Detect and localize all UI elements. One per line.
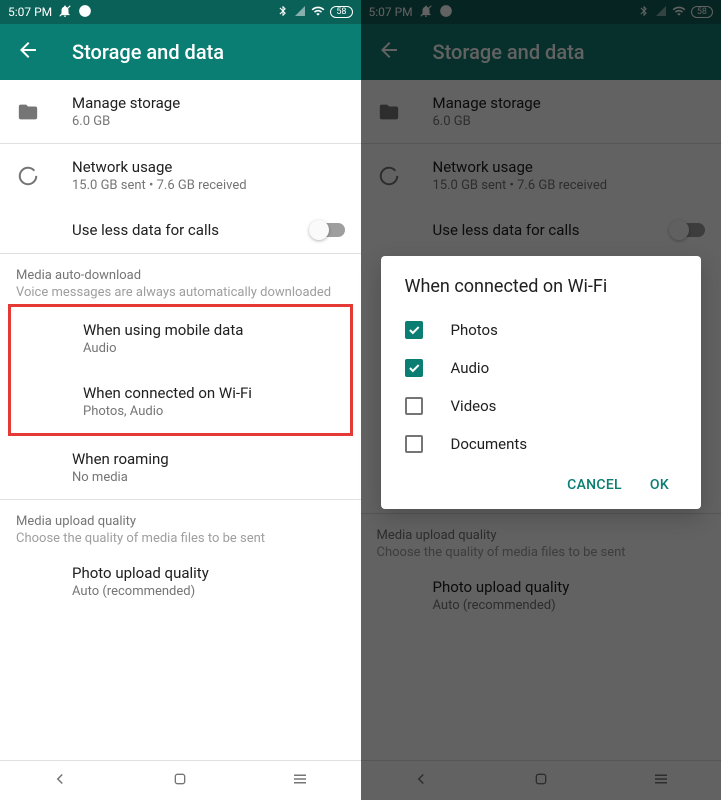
whatsapp-icon [78, 4, 92, 21]
item-sub: 6.0 GB [72, 114, 345, 129]
bluetooth-icon [277, 5, 289, 20]
nav-back-icon[interactable] [51, 770, 69, 792]
media-auto-download-section: Media auto-download Voice messages are a… [0, 254, 361, 304]
battery-icon: 58 [330, 6, 352, 18]
item-sub: 15.0 GB sent • 7.6 GB received [72, 178, 345, 193]
data-circle-icon [16, 164, 40, 188]
page-title: Storage and data [72, 40, 224, 64]
section-sub: Choose the quality of media files to be … [16, 531, 345, 546]
ok-button[interactable]: OK [650, 477, 669, 493]
checkbox-row-videos[interactable]: Videos [405, 387, 678, 425]
checkbox-audio[interactable] [405, 359, 423, 377]
checkbox-documents[interactable] [405, 435, 423, 453]
nav-recents-icon[interactable] [291, 770, 309, 792]
item-title: When using mobile data [83, 321, 334, 339]
checkbox-row-photos[interactable]: Photos [405, 311, 678, 349]
item-sub: Auto (recommended) [72, 584, 345, 599]
back-icon[interactable] [16, 38, 40, 66]
checkbox-label: Photos [451, 321, 498, 339]
checkbox-row-audio[interactable]: Audio [405, 349, 678, 387]
signal-icon [294, 5, 306, 20]
checkbox-photos[interactable] [405, 321, 423, 339]
cancel-button[interactable]: CANCEL [567, 477, 622, 493]
item-title: Use less data for calls [72, 221, 279, 239]
checkbox-label: Videos [451, 397, 497, 415]
manage-storage-item[interactable]: Manage storage 6.0 GB [0, 80, 361, 143]
settings-list: Manage storage 6.0 GB Network usage 15.0 G… [0, 80, 361, 760]
item-title: Network usage [72, 158, 345, 176]
status-time: 5:07 PM [8, 5, 52, 19]
dialog-title: When connected on Wi-Fi [405, 276, 678, 297]
highlight-box: When using mobile data Audio When connect… [8, 304, 353, 436]
mobile-data-item[interactable]: When using mobile data Audio [11, 307, 350, 370]
section-sub: Voice messages are always automatically … [16, 285, 345, 300]
roaming-item[interactable]: When roaming No media [0, 436, 361, 499]
section-title: Media upload quality [16, 514, 345, 529]
checkbox-row-documents[interactable]: Documents [405, 425, 678, 463]
checkbox-label: Audio [451, 359, 490, 377]
section-title: Media auto-download [16, 268, 345, 283]
wifi-icon [311, 4, 325, 21]
screen-left: 5:07 PM 58 Storage and data Manage stora… [0, 0, 361, 800]
wifi-item[interactable]: When connected on Wi-Fi Photos, Audio [11, 370, 350, 433]
app-header: Storage and data [0, 24, 361, 80]
item-title: Manage storage [72, 94, 345, 112]
network-usage-item[interactable]: Network usage 15.0 GB sent • 7.6 GB recei… [0, 144, 361, 207]
wifi-autodownload-dialog: When connected on Wi-Fi Photos Audio Vid… [381, 256, 702, 509]
item-sub: Photos, Audio [83, 404, 334, 419]
item-sub: Audio [83, 341, 334, 356]
checkbox-videos[interactable] [405, 397, 423, 415]
folder-icon [16, 100, 40, 124]
checkbox-label: Documents [451, 435, 528, 453]
photo-upload-quality-item[interactable]: Photo upload quality Auto (recommended) [0, 550, 361, 613]
nav-home-icon[interactable] [172, 771, 188, 791]
use-less-data-switch[interactable] [311, 223, 345, 237]
use-less-data-item[interactable]: Use less data for calls [0, 207, 361, 253]
dnd-icon [58, 4, 72, 21]
item-sub: No media [72, 470, 345, 485]
media-upload-section: Media upload quality Choose the quality … [0, 500, 361, 550]
nav-bar [0, 760, 361, 800]
item-title: When connected on Wi-Fi [83, 384, 334, 402]
status-bar: 5:07 PM 58 [0, 0, 361, 24]
item-title: Photo upload quality [72, 564, 345, 582]
screen-right: 5:07 PM 58 Storage and data Manage stora… [361, 0, 721, 800]
item-title: When roaming [72, 450, 345, 468]
